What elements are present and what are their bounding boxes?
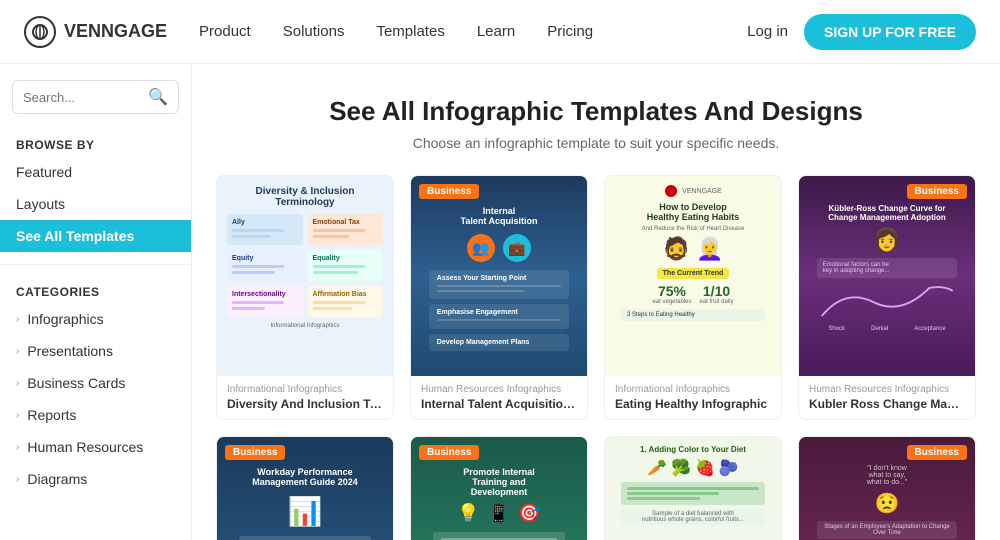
logo-icon (24, 16, 56, 48)
sidebar-item-label: Diagrams (27, 471, 87, 487)
template-card[interactable]: Business InternalTalent Acquisition 👥 💼 … (410, 175, 588, 420)
card-category: Human Resources Infographics (421, 384, 577, 395)
card-badge: Business (225, 445, 285, 460)
template-card[interactable]: 1. Adding Color to Your Diet 🥕 🥦 🍓 🫐 Sam… (604, 436, 782, 540)
template-card[interactable]: Business Promote InternalTraining andDev… (410, 436, 588, 540)
card-footer: Informational Infographics Diversity And… (217, 376, 393, 419)
card-image: Business "I don't knowwhat to say,what t… (799, 437, 975, 540)
signup-button[interactable]: SIGN UP FOR FREE (804, 14, 976, 50)
sidebar-item-see-all-templates[interactable]: See All Templates (0, 220, 191, 252)
card-title: Diversity And Inclusion Term... (227, 397, 383, 411)
nav-product[interactable]: Product (199, 23, 251, 40)
card-title: Eating Healthy Infographic (615, 397, 771, 411)
content-header: See All Infographic Templates And Design… (216, 96, 976, 151)
card-category: Informational Infographics (615, 384, 771, 395)
template-card[interactable]: Diversity & InclusionTerminology Ally Em… (216, 175, 394, 420)
sidebar-item-infographics[interactable]: › Infographics (0, 303, 191, 335)
card-badge: Business (907, 184, 967, 199)
sidebar-item-label: Human Resources (27, 439, 143, 455)
content-area: See All Infographic Templates And Design… (192, 64, 1000, 540)
categories-title: CATEGORIES (0, 277, 191, 303)
header: VENNGAGE Product Solutions Templates Lea… (0, 0, 1000, 64)
chevron-right-icon: › (16, 346, 19, 357)
chevron-right-icon: › (16, 442, 19, 453)
card-badge: Business (419, 184, 479, 199)
sidebar-item-label: Infographics (27, 311, 103, 327)
template-card[interactable]: Business Workday PerformanceManagement G… (216, 436, 394, 540)
card-badge: Business (419, 445, 479, 460)
sidebar-item-label: Featured (16, 164, 72, 180)
logo[interactable]: VENNGAGE (24, 16, 167, 48)
nav-learn[interactable]: Learn (477, 23, 515, 40)
card-footer: Human Resources Infographics Internal Ta… (411, 376, 587, 419)
sidebar-item-diagrams[interactable]: › Diagrams (0, 463, 191, 495)
sidebar-item-reports[interactable]: › Reports (0, 399, 191, 431)
logo-text: VENNGAGE (64, 21, 167, 42)
page-title: See All Infographic Templates And Design… (216, 96, 976, 127)
chevron-right-icon: › (16, 378, 19, 389)
card-image: Business InternalTalent Acquisition 👥 💼 … (411, 176, 587, 376)
card-footer: Human Resources Infographics Kubler Ross… (799, 376, 975, 419)
card-category: Informational Infographics (227, 384, 383, 395)
nav-templates[interactable]: Templates (376, 23, 444, 40)
main-layout: 🔍 BROWSE BY Featured Layouts See All Tem… (0, 64, 1000, 540)
card-image: Diversity & InclusionTerminology Ally Em… (217, 176, 393, 376)
card-title: Internal Talent Acquisition I... (421, 397, 577, 411)
sidebar-item-presentations[interactable]: › Presentations (0, 335, 191, 367)
card-image: Business Workday PerformanceManagement G… (217, 437, 393, 540)
browse-by-title: BROWSE BY (0, 130, 191, 156)
template-card[interactable]: VENNGAGE How to DevelopHealthy Eating Ha… (604, 175, 782, 420)
sidebar-item-layouts[interactable]: Layouts (0, 188, 191, 220)
sidebar-item-label: Layouts (16, 196, 65, 212)
template-card[interactable]: Business Kübler-Ross Change Curve forCha… (798, 175, 976, 420)
sidebar-item-label: Business Cards (27, 375, 125, 391)
sidebar-item-label: See All Templates (16, 228, 134, 244)
login-button[interactable]: Log in (747, 23, 788, 40)
chevron-right-icon: › (16, 314, 19, 325)
sidebar-item-business-cards[interactable]: › Business Cards (0, 367, 191, 399)
chevron-right-icon: › (16, 410, 19, 421)
header-actions: Log in SIGN UP FOR FREE (747, 14, 976, 50)
card-title: Kubler Ross Change Manag... (809, 397, 965, 411)
template-card[interactable]: Business "I don't knowwhat to say,what t… (798, 436, 976, 540)
card-category: Human Resources Infographics (809, 384, 965, 395)
nav-solutions[interactable]: Solutions (283, 23, 345, 40)
search-input[interactable] (23, 90, 142, 105)
sidebar: 🔍 BROWSE BY Featured Layouts See All Tem… (0, 64, 192, 540)
search-box[interactable]: 🔍 (12, 80, 179, 114)
sidebar-item-human-resources[interactable]: › Human Resources (0, 431, 191, 463)
main-nav: Product Solutions Templates Learn Pricin… (199, 23, 715, 40)
nav-pricing[interactable]: Pricing (547, 23, 593, 40)
card-image: Business Promote InternalTraining andDev… (411, 437, 587, 540)
sidebar-item-label: Presentations (27, 343, 113, 359)
card-badge: Business (907, 445, 967, 460)
card-image: Business Kübler-Ross Change Curve forCha… (799, 176, 975, 376)
template-grid: Diversity & InclusionTerminology Ally Em… (216, 175, 976, 540)
card-image: 1. Adding Color to Your Diet 🥕 🥦 🍓 🫐 Sam… (605, 437, 781, 540)
chevron-right-icon: › (16, 474, 19, 485)
search-icon: 🔍 (148, 87, 168, 107)
page-subtitle: Choose an infographic template to suit y… (216, 135, 976, 151)
card-footer: Informational Infographics Eating Health… (605, 376, 781, 419)
card-image: VENNGAGE How to DevelopHealthy Eating Ha… (605, 176, 781, 376)
sidebar-divider (0, 264, 191, 265)
sidebar-item-featured[interactable]: Featured (0, 156, 191, 188)
sidebar-item-label: Reports (27, 407, 76, 423)
